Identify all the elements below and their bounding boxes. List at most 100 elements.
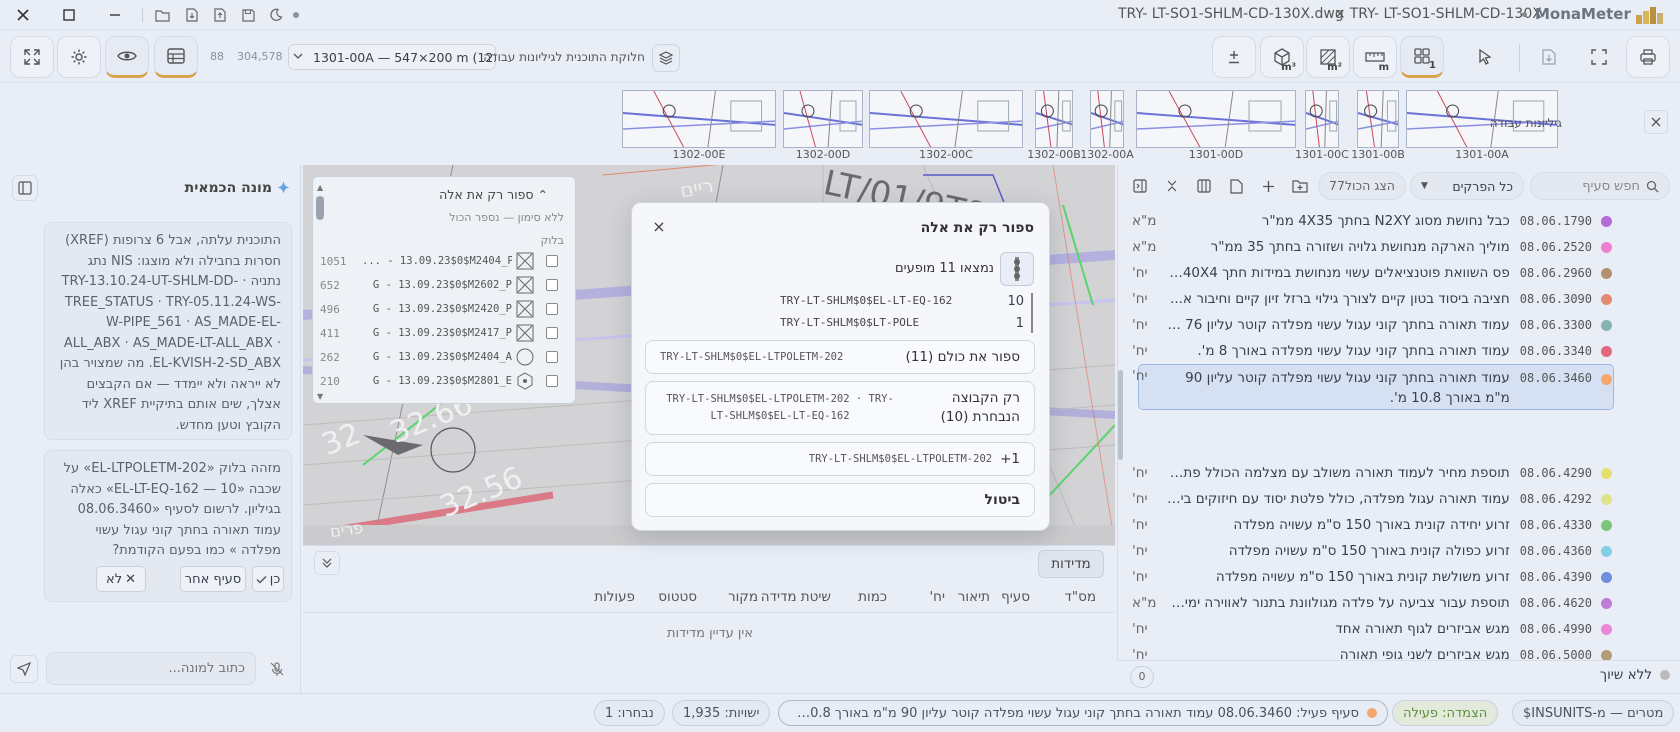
no-link-row[interactable]: ללא שיוך: [1560, 667, 1670, 683]
scroll-down-icon[interactable]: ▼: [317, 392, 323, 401]
chevron-up-icon[interactable]: ⌃: [538, 187, 548, 202]
visibility-toggle-button[interactable]: [105, 36, 149, 78]
boq-item-row[interactable]: 08.06.4620 תוספת עבור צביעה על פלדה מגולו…: [1122, 590, 1612, 616]
new-folder-button[interactable]: [1287, 172, 1313, 200]
no-button[interactable]: ✕ לא: [96, 566, 146, 592]
search-field[interactable]: חפש סעיף: [1530, 172, 1670, 200]
columns-button[interactable]: [1191, 172, 1217, 200]
block-checkbox[interactable]: [546, 303, 558, 315]
add-item-button[interactable]: [1255, 172, 1281, 200]
yes-button[interactable]: כן: [252, 566, 284, 592]
sheet-thumbnail[interactable]: [1305, 90, 1339, 148]
boq-item-row[interactable]: 08.06.4360 זרוע כפולה קונית באורך 150 ס"מ…: [1122, 538, 1612, 564]
column-header[interactable]: פעולות: [559, 589, 635, 605]
boq-item-row[interactable]: 08.06.3460 עמוד תאורה בחתך קוני עגול עשוי…: [1122, 366, 1612, 408]
block-checkbox[interactable]: [546, 327, 558, 339]
column-header[interactable]: שיטת מדידה: [755, 589, 831, 605]
boq-item-row[interactable]: 08.06.2960 פס השוואת פוטנציאלים עשוי מנחו…: [1122, 260, 1612, 286]
length-tool-button[interactable]: m: [1353, 36, 1397, 78]
block-checkbox[interactable]: [546, 279, 558, 291]
dialog-close-button[interactable]: ×: [650, 217, 668, 237]
chat-input[interactable]: [46, 652, 256, 685]
boq-item-row[interactable]: 08.06.2520 מוליך הארקה מנחושת גלויה ושזור…: [1122, 234, 1612, 260]
maximize-window-button[interactable]: [56, 4, 82, 26]
minimize-window-button[interactable]: [102, 4, 128, 26]
units-chip[interactable]: מטרים — מ-INSUNITS$: [1512, 700, 1675, 726]
layers-scrollbar[interactable]: [316, 196, 324, 220]
dialog-cancel-button[interactable]: ביטול: [645, 483, 1035, 517]
layer-row[interactable]: 10 TRY-LT-SHLM$0$EL-LT-EQ-162: [780, 294, 1024, 309]
collapse-all-button[interactable]: [1159, 172, 1185, 200]
other-item-button[interactable]: סעיף אחר: [180, 566, 246, 592]
volume-tool-button[interactable]: m³: [1260, 36, 1304, 78]
layer-row[interactable]: 1 TRY-LT-SHLM$0$LT-POLE: [780, 316, 1024, 331]
settings-button[interactable]: [57, 36, 101, 78]
close-sheets-button[interactable]: [1644, 110, 1668, 134]
block-filter-row[interactable]: 1051 ... - 13.09.23$0$M2404_P: [320, 250, 566, 272]
show-all-button[interactable]: הצג הכול77: [1318, 172, 1406, 200]
import-items-button[interactable]: [1223, 172, 1249, 200]
boq-item-row[interactable]: 08.06.4290 תוספת מחיר לעמוד תאורה משולב ע…: [1122, 460, 1612, 486]
selected-group-option[interactable]: רק הקבוצה הנבחרת (10) TRY-LT-SHLM$0$EL-LT…: [645, 381, 1035, 435]
sheet-thumbnail[interactable]: [1035, 90, 1073, 148]
area-tool-button[interactable]: m²: [1306, 36, 1350, 78]
column-header[interactable]: מס"ד: [1020, 589, 1096, 605]
save-button[interactable]: [236, 4, 260, 26]
item-code: 08.06.4292: [1519, 492, 1592, 506]
open-folder-button[interactable]: [150, 4, 174, 26]
chapter-filter-select[interactable]: כל הפרקים ▼: [1410, 172, 1524, 200]
tab-close-icon[interactable]: ×: [1334, 6, 1346, 22]
download-button[interactable]: [1532, 40, 1566, 74]
print-button[interactable]: [1626, 36, 1670, 78]
block-filter-row[interactable]: 262 G - 13.09.23$0$M2404_A: [320, 346, 566, 368]
snap-chip[interactable]: הצמדה: פעילה: [1392, 700, 1499, 726]
boq-item-row[interactable]: 08.06.3340 עמוד תאורה בחתך קוני עגול עשוי…: [1122, 338, 1612, 364]
sheet-thumbnail[interactable]: [869, 90, 1023, 148]
block-filter-row[interactable]: 652 G - 13.09.23$0$M2602_P: [320, 274, 566, 296]
export-button[interactable]: [208, 4, 232, 26]
import-button[interactable]: [180, 4, 204, 26]
add-measurement-button[interactable]: [1212, 36, 1256, 78]
block-checkbox[interactable]: [546, 255, 558, 267]
boq-item-row[interactable]: 08.06.4990 מגש אביזרים לגוף תאורה אחד יח': [1122, 616, 1612, 642]
collapse-panel-button[interactable]: [12, 175, 38, 201]
boq-item-row[interactable]: 08.06.3090 חציבה ביסוד בטון קיים לצורך גי…: [1122, 286, 1612, 312]
block-filter-row[interactable]: 210 G - 13.09.23$0$M2801_E: [320, 370, 566, 392]
sheet-thumbnail[interactable]: [1136, 90, 1296, 148]
extra-layer-option[interactable]: +1 TRY-LT-SHLM$0$EL-LTPOLETM-202: [645, 442, 1035, 476]
layer-list-scrollbar[interactable]: [1031, 293, 1033, 333]
file-tab[interactable]: TRY- LT-SO1-SHLM-CD-130X.dwg: [1118, 6, 1344, 24]
sheet-thumbnail[interactable]: [783, 90, 863, 148]
block-checkbox[interactable]: [546, 351, 558, 363]
measurements-tab[interactable]: מדידות: [1038, 550, 1104, 578]
close-window-button[interactable]: [10, 4, 36, 26]
count-all-option[interactable]: ספור את כולם (11) TRY-LT-SHLM$0$EL-LTPOLE…: [645, 340, 1035, 374]
sheet-select[interactable]: 1301-00A — 547×200 m (12294): [288, 44, 496, 70]
collapse-measurements-button[interactable]: [314, 551, 340, 575]
sheet-thumbnail[interactable]: [622, 90, 776, 148]
boq-item-row[interactable]: 08.06.3300 עמוד תאורה בחתך קוני עגול עשוי…: [1122, 312, 1612, 338]
send-button[interactable]: [10, 655, 38, 683]
boq-item-row[interactable]: 08.06.4330 זרוע יחידה קונית באורך 150 ס"מ…: [1122, 512, 1612, 538]
item-code: 08.06.3340: [1519, 344, 1592, 358]
block-checkbox[interactable]: [546, 375, 558, 387]
dark-mode-button[interactable]: [264, 4, 288, 26]
sheet-thumbnail[interactable]: [1357, 90, 1399, 148]
block-filter-row[interactable]: 496 G - 13.09.23$0$M2420_P: [320, 298, 566, 320]
sheet-thumbnail[interactable]: [1090, 90, 1124, 148]
boq-item-row[interactable]: 08.06.4390 זרוע משולשת קונית באורך 150 ס"…: [1122, 564, 1612, 590]
mute-mic-button[interactable]: [264, 656, 290, 682]
toggle-sidebar-button[interactable]: [1127, 172, 1153, 200]
boq-item-row[interactable]: 08.06.4292 עמוד תאורה עגול מפלדה, כולל פל…: [1122, 486, 1612, 512]
count-tool-button[interactable]: 1: [1400, 36, 1444, 78]
select-area-button[interactable]: [1582, 40, 1616, 74]
table-view-button[interactable]: [154, 36, 198, 78]
select-tool-button[interactable]: [1468, 40, 1502, 74]
boq-item-row[interactable]: 08.06.1790 כבל נחושת מסוג N2XY בחתך 4X35 …: [1122, 208, 1612, 234]
active-item-chip[interactable]: סעיף פעיל: 08.06.3460 עמוד תאורה בחתך קו…: [778, 700, 1388, 726]
block-filter-row[interactable]: 411 G - 13.09.23$0$M2417_P: [320, 322, 566, 344]
fullscreen-button[interactable]: [10, 36, 54, 78]
scroll-up-icon[interactable]: ▲: [317, 183, 323, 192]
layers-button[interactable]: [652, 44, 680, 72]
file-tab-active[interactable]: × TRY- LT-SO1-SHLM-CD-130X: [1334, 6, 1542, 24]
